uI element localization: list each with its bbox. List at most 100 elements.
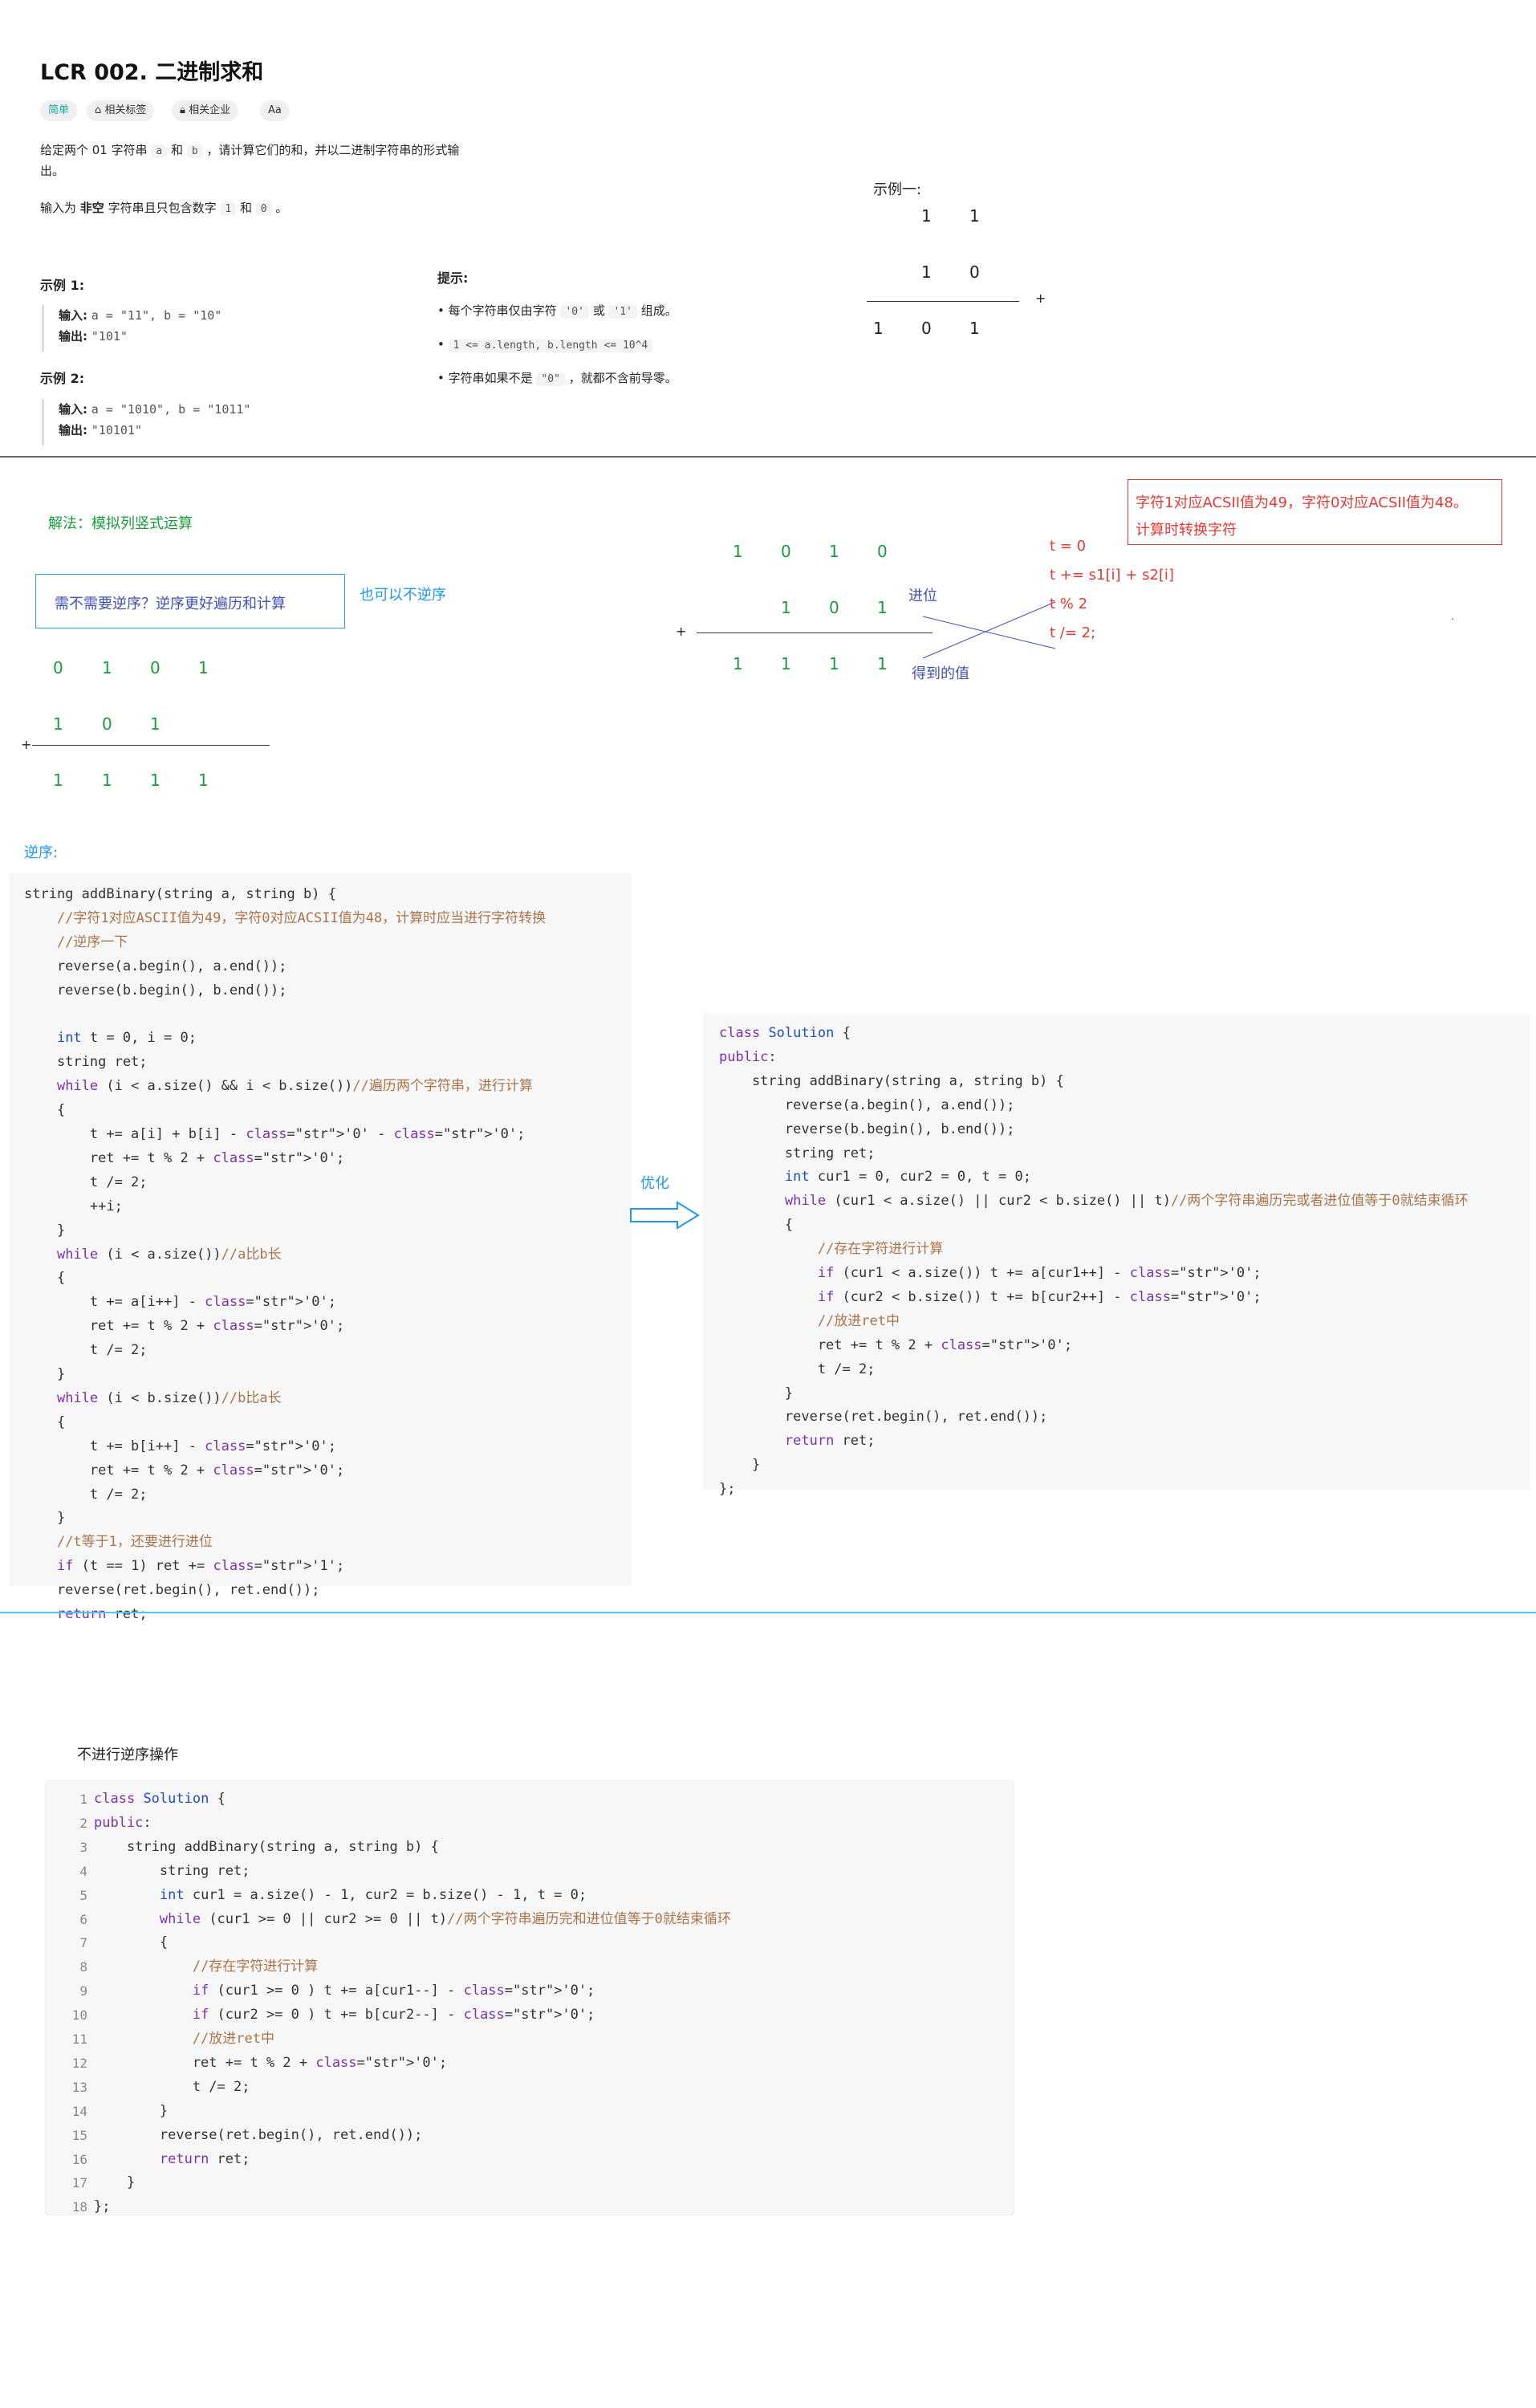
output-value: "101" — [91, 329, 128, 344]
code-line: if (cur2 >= 0 ) t += b[cur2--] - class="… — [192, 2007, 595, 2024]
line-number: 4 — [79, 1863, 87, 1879]
digit: 0 — [829, 598, 839, 617]
code-line: if (t == 1) ret += class="str">'1'; — [56, 1558, 345, 1575]
hint-text: 每个字符串仅由字符 — [448, 303, 557, 318]
code-line: }; — [719, 1481, 736, 1498]
code-line: //存在字符进行计算 — [192, 1959, 319, 1975]
line-number: 3 — [79, 1839, 87, 1855]
code-line: string ret; — [719, 1145, 876, 1161]
digit: 1 — [198, 771, 209, 790]
code-line: } — [24, 1510, 66, 1527]
lock-icon: 🔒︎ — [180, 104, 189, 116]
plus-sign: + — [21, 737, 32, 752]
difficulty-tag[interactable]: 简单 — [40, 100, 78, 121]
example-2-input: 输入: a = "1010", b = "1011" — [59, 399, 250, 420]
line-number: 18 — [71, 2199, 87, 2215]
line-number: 10 — [71, 2007, 87, 2024]
code-line: class Solution { — [719, 1025, 851, 1041]
code-line: while (i < a.size() && i < b.size())//遍历… — [56, 1078, 533, 1095]
code-block-no-reverse[interactable]: class Solution {1 public: 2 string addBina… — [45, 1780, 1014, 2215]
digit: 1 — [829, 654, 839, 673]
formula-4: t /= 2; — [1050, 624, 1096, 641]
line-number: 11 — [71, 2032, 87, 2047]
digit: 1 — [53, 771, 63, 790]
line-number: 17 — [71, 2175, 87, 2191]
related-companies-button[interactable]: 🔒︎ 相关企业 — [172, 100, 239, 121]
desc-text: 给定两个 01 字符串 — [40, 143, 148, 157]
connector-lines — [922, 601, 1056, 659]
output-label: 输出: — [59, 423, 87, 437]
line-number: 5 — [79, 1887, 87, 1903]
code-line: string addBinary(string a, string b) { — [719, 1072, 1064, 1089]
digit: 1 — [781, 654, 791, 673]
code-line: return ret; — [56, 1606, 148, 1622]
hint-title: 提示: — [437, 270, 469, 286]
code-line: t += a[i++] - class="str">'0'; — [24, 1294, 336, 1311]
arrow-right-icon — [630, 1201, 700, 1230]
input-label: 输入: — [59, 402, 87, 417]
code-line: reverse(b.begin(), b.end()); — [24, 982, 287, 999]
stray-dot: . — [1451, 610, 1455, 623]
digit: 0 — [102, 714, 112, 734]
description-line-1: 给定两个 01 字符串 a 和 b ，请计算它们的和，并以二进制字符串的形式输 — [40, 141, 459, 158]
hint-1: • 每个字符串仅由字符 '0' 或 '1' 组成。 — [437, 303, 677, 319]
digit: 1 — [921, 262, 932, 282]
desc-text: 和 — [171, 143, 184, 157]
line-number: 13 — [71, 2079, 87, 2095]
code-line: { — [94, 1934, 169, 1951]
example-1-block: 输入: a = "11", b = "10" 输出: "101" — [42, 305, 221, 352]
desc-text: 。 — [275, 201, 288, 215]
code-line: return ret; — [784, 1433, 876, 1450]
code-line: int t = 0, i = 0; — [56, 1030, 197, 1047]
line-number: 12 — [71, 2055, 87, 2071]
code-line: while (i < b.size())//b比a长 — [56, 1389, 282, 1406]
digit: 1 — [969, 206, 980, 226]
code-block-optimized[interactable]: class Solution { public: string addBinary… — [703, 1013, 1530, 1497]
code-line: public: — [719, 1048, 777, 1065]
digit: 0 — [150, 658, 161, 677]
code-line: class Solution { — [94, 1791, 226, 1807]
code-line: return ret; — [159, 2150, 250, 2167]
red-note-line-1: 字符1对应ACSII值为49，字符0对应ACSII值为48。 — [1136, 494, 1468, 511]
method-title: 解法：模拟列竖式运算 — [48, 515, 193, 532]
formula-3: t % 2 — [1050, 596, 1088, 612]
code-line: } — [24, 1366, 66, 1382]
code-line: } — [719, 1457, 761, 1474]
code-line: //逆序一下 — [56, 934, 128, 950]
related-companies-label: 相关企业 — [189, 104, 231, 116]
line-number: 14 — [71, 2103, 87, 2119]
code-line: reverse(b.begin(), b.end()); — [719, 1121, 1015, 1137]
code-line: while (cur1 < a.size() || cur2 < b.size(… — [784, 1193, 1469, 1210]
code-line: public: — [94, 1814, 152, 1831]
related-tags-button[interactable]: ⌂ 相关标签 — [87, 100, 155, 121]
code-block-reverse[interactable]: string addBinary(string a, string b) { /… — [10, 873, 632, 1622]
code-line: ret += t % 2 + class="str">'0'; — [94, 2054, 448, 2071]
value-connector — [922, 601, 1056, 659]
formula-2: t += s1[i] + s2[i] — [1050, 567, 1174, 584]
example-2-title: 示例 2: — [40, 371, 85, 386]
plus-sign: + — [676, 624, 687, 639]
digit: 1 — [877, 598, 888, 617]
code-zero-string: "0" — [536, 372, 565, 386]
digit: 1 — [150, 771, 161, 790]
code-line: reverse(ret.begin(), ret.end()); — [94, 2126, 423, 2143]
code-line: //放进ret中 — [817, 1312, 900, 1329]
description-line-2: 输入为 非空 字符串且只包含数字 1 和 0 。 — [40, 199, 287, 216]
code-line: } — [94, 2102, 169, 2119]
line-number: 8 — [79, 1959, 87, 1975]
no-reverse-label: 不进行逆序操作 — [77, 1747, 178, 1763]
digit: 1 — [969, 319, 980, 338]
desc-text: 和 — [240, 201, 253, 215]
input-label: 输入: — [59, 308, 87, 323]
code-line: ret += t % 2 + class="str">'0'; — [24, 1462, 345, 1479]
code-line: { — [24, 1413, 66, 1430]
plus-sign: + — [1035, 291, 1046, 306]
line-number: 16 — [71, 2151, 87, 2167]
code-line: }; — [94, 2199, 111, 2215]
code-line: ret += t % 2 + class="str">'0'; — [24, 1318, 345, 1335]
example-1-output: 输出: "101" — [59, 326, 221, 347]
code-line: reverse(ret.begin(), ret.end()); — [24, 1582, 320, 1599]
page-title: LCR 002. 二进制求和 — [40, 60, 264, 85]
font-size-button[interactable]: Aa — [260, 100, 290, 121]
digit: 0 — [877, 542, 888, 561]
